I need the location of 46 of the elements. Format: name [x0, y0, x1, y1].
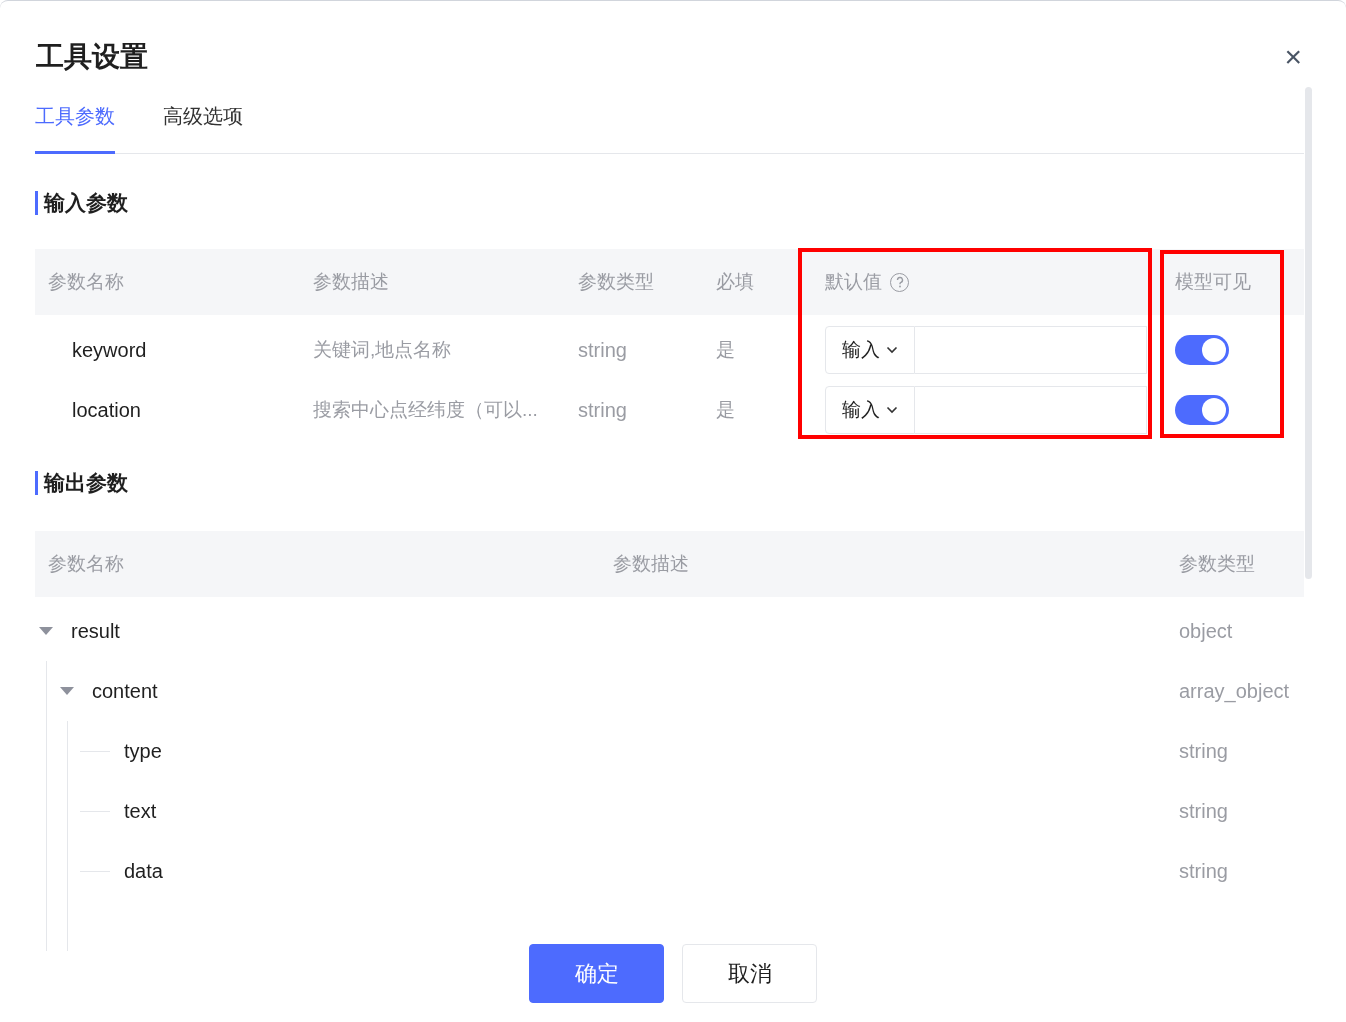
column-header: 参数类型 [1179, 552, 1255, 574]
table-cell: string [578, 339, 627, 361]
column-header: 参数名称 [48, 552, 124, 574]
cancel-button[interactable]: 取消 [682, 944, 817, 1003]
tree-node-label: data [124, 859, 163, 884]
tab[interactable]: 工具参数 [35, 101, 115, 154]
table-cell: 搜索中心点经纬度（可以... [313, 398, 538, 420]
column-header: 必填 [716, 269, 754, 294]
table-cell: 关键词,地点名称 [313, 338, 452, 360]
table-cell: string [578, 399, 627, 421]
section-title: 输入参数 [44, 190, 128, 217]
caret-icon[interactable] [59, 686, 75, 696]
table-cell: location [72, 399, 141, 421]
caret-icon [886, 346, 898, 354]
table-cell: 是 [716, 338, 735, 360]
column-header: 默认值 [825, 269, 882, 294]
visibility-toggle[interactable] [1175, 395, 1229, 425]
table-cell: 是 [716, 398, 735, 420]
table-cell-text: string [1179, 799, 1228, 824]
source-dropdown[interactable]: 输入 [825, 386, 915, 434]
table-cell-text: object [1179, 619, 1233, 644]
section-title: 输出参数 [44, 470, 128, 497]
table-cell: keyword [72, 339, 147, 361]
column-header: 参数描述 [313, 269, 389, 294]
caret-icon [886, 406, 898, 414]
caret-icon[interactable] [38, 626, 54, 636]
confirm-button[interactable]: 确定 [529, 944, 664, 1003]
column-header: 模型可见 [1175, 269, 1251, 294]
scrollbar[interactable] [1305, 87, 1312, 579]
dialog-title: 工具设置 [36, 39, 148, 75]
visibility-toggle[interactable] [1175, 335, 1229, 365]
column-header: 参数名称 [48, 269, 124, 294]
column-header: 参数类型 [578, 269, 654, 294]
tree-node-label: type [124, 739, 162, 764]
default-value-field[interactable] [915, 386, 1147, 434]
table-cell-text: string [1179, 739, 1228, 764]
default-value-field[interactable] [915, 326, 1147, 374]
tree-node-label: content [92, 679, 158, 704]
table-cell-text: array_object [1179, 679, 1290, 705]
column-header: 参数描述 [613, 552, 689, 574]
tree-node-label: result [71, 619, 120, 644]
tree-node-label: text [124, 799, 157, 824]
close-button[interactable]: × [1284, 42, 1302, 72]
source-dropdown[interactable]: 输入 [825, 326, 915, 374]
tab[interactable]: 高级选项 [163, 101, 243, 154]
table-cell-text: string [1179, 859, 1228, 884]
